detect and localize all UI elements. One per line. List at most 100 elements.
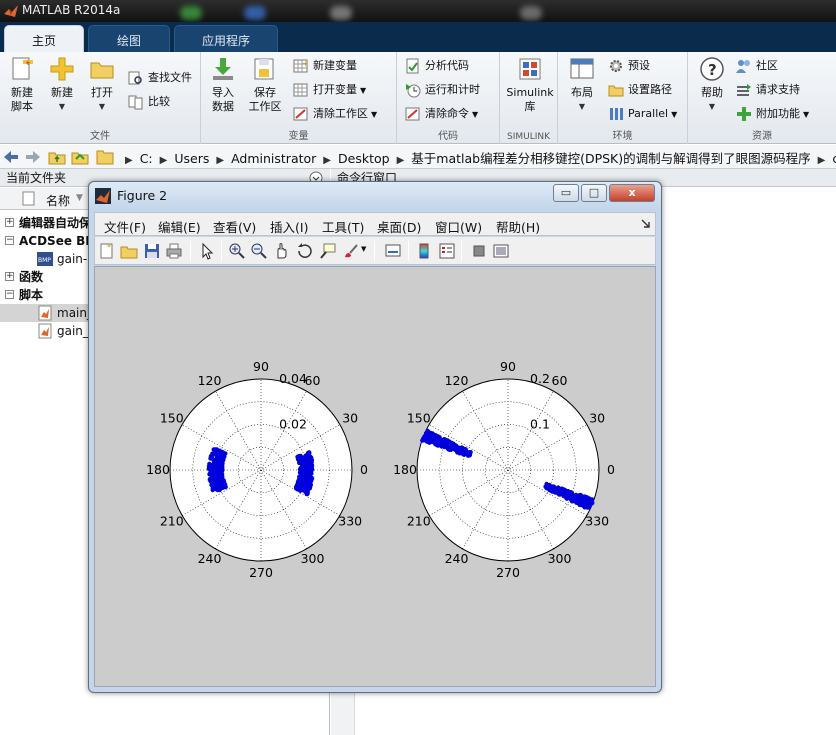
new-variable-button[interactable]: + 新建变量 xyxy=(293,56,357,76)
add-ons-button[interactable]: 附加功能 ▼ xyxy=(736,104,809,124)
tab-apps[interactable]: 应用程序 xyxy=(174,25,278,52)
dock-arrow-icon[interactable] xyxy=(641,219,651,229)
figure-canvas[interactable]: 0 30 60 90 120 150 180 210 240 270 300 330 0.02 0.04 0… xyxy=(94,266,656,687)
import-data-button[interactable]: 导入 数据 xyxy=(203,56,243,114)
expand-plus-icon[interactable]: + xyxy=(5,218,14,227)
data-point xyxy=(552,487,558,492)
breadcrumb-item[interactable]: 基于matlab编程差分相移键控(DPSK)的调制与解调得到了眼图源码程序 xyxy=(411,151,810,166)
breadcrumb-item[interactable]: Desktop xyxy=(338,151,390,166)
clear-workspace-button[interactable]: 清除工作区 ▼ xyxy=(293,104,377,124)
help-button[interactable]: ? 帮助 ▼ xyxy=(692,56,732,114)
new-button[interactable]: 新建 ▼ xyxy=(42,56,82,114)
menu-insert[interactable]: 插入(I) xyxy=(270,217,308,236)
layout-button[interactable]: 布局 ▼ xyxy=(562,56,602,114)
chevron-down-icon[interactable]: ▼ xyxy=(361,245,366,253)
menu-edit[interactable]: 编辑(E) xyxy=(158,217,201,236)
back-arrow-icon[interactable] xyxy=(2,148,20,166)
angle-tick-label: 240 xyxy=(445,551,469,566)
breadcrumb-separator-icon: ▶ xyxy=(396,155,405,166)
pan-icon[interactable] xyxy=(273,242,291,260)
chevron-down-icon: ▼ xyxy=(58,102,66,111)
save-icon[interactable] xyxy=(143,242,161,260)
angle-tick-label: 180 xyxy=(146,462,170,477)
breadcrumb-item[interactable]: code xyxy=(832,151,836,166)
data-point xyxy=(213,483,218,489)
zoom-out-icon[interactable] xyxy=(250,242,268,260)
open-variable-button[interactable]: 打开变量 ▼ xyxy=(293,80,366,100)
minimize-button[interactable]: ▭ xyxy=(553,184,579,202)
layout-label: 布局 xyxy=(571,86,593,99)
collapse-minus-icon[interactable]: − xyxy=(5,290,14,299)
menu-desktop[interactable]: 桌面(D) xyxy=(377,217,421,236)
angle-tick-label: 150 xyxy=(407,411,431,426)
find-files-icon xyxy=(128,71,142,85)
chevron-down-icon: ▼ xyxy=(472,110,479,119)
menu-file[interactable]: 文件(F) xyxy=(104,217,146,236)
new-script-button[interactable]: + 新建 脚本 xyxy=(2,56,42,114)
data-point xyxy=(302,470,307,475)
set-path-button[interactable]: 设置路径 xyxy=(608,80,672,100)
maximize-button[interactable]: □ xyxy=(581,184,607,202)
breadcrumb-item[interactable]: C: xyxy=(140,151,153,166)
menu-help[interactable]: 帮助(H) xyxy=(496,217,540,236)
menu-view[interactable]: 查看(V) xyxy=(213,217,256,236)
new-figure-icon[interactable]: * xyxy=(98,242,116,260)
colorbar-icon[interactable] xyxy=(415,242,433,260)
close-button[interactable]: x xyxy=(609,184,655,202)
import-data-label: 导入 数据 xyxy=(212,86,234,113)
data-point xyxy=(214,477,219,482)
zoom-in-icon[interactable] xyxy=(228,242,246,260)
pointer-icon[interactable] xyxy=(198,242,216,260)
forward-arrow-icon[interactable] xyxy=(24,148,42,166)
toolbar-separator xyxy=(461,241,462,261)
legend-icon[interactable] xyxy=(438,242,456,260)
chevron-down-icon: ▼ xyxy=(578,102,586,111)
parallel-button[interactable]: Parallel ▼ xyxy=(608,104,677,124)
chevron-down-icon: ▼ xyxy=(671,110,678,119)
link-plot-icon[interactable] xyxy=(384,242,402,260)
brush-icon[interactable] xyxy=(342,242,360,260)
run-and-time-button[interactable]: 运行和计时 xyxy=(405,80,480,100)
angle-tick-label: 90 xyxy=(253,359,269,374)
name-column-header[interactable]: 名称 xyxy=(46,192,70,209)
preferences-button[interactable]: 预设 xyxy=(608,56,650,76)
tab-plots[interactable]: 绘图 xyxy=(88,25,170,52)
variable-group: 导入 数据 保存 工作区 + 新建变量 打开变量 ▼ 清除工作区 ▼ 变量 xyxy=(201,52,397,144)
folder-icon xyxy=(96,150,114,165)
compare-button[interactable]: 比较 xyxy=(128,92,170,112)
save-workspace-button[interactable]: 保存 工作区 xyxy=(245,56,285,114)
tree-group-label: 函数 xyxy=(19,270,44,284)
clear-workspace-icon xyxy=(293,107,308,121)
data-point xyxy=(545,484,550,489)
gear-icon xyxy=(610,60,622,72)
simulink-library-button[interactable]: Simulink 库 xyxy=(506,56,554,114)
simulink-library-icon xyxy=(519,58,541,80)
menu-tools[interactable]: 工具(T) xyxy=(322,217,364,236)
data-point xyxy=(557,491,563,496)
data-point xyxy=(463,448,468,453)
app-title-bar: MATLAB R2014a xyxy=(0,0,836,22)
open-file-icon[interactable] xyxy=(120,242,138,260)
data-cursor-icon[interactable] xyxy=(319,242,337,260)
rotate-3d-icon[interactable] xyxy=(296,242,314,260)
community-icon xyxy=(736,60,750,73)
browse-folder-icon[interactable] xyxy=(71,148,89,166)
data-point xyxy=(309,460,314,466)
open-button[interactable]: 打开 ▼ xyxy=(82,56,122,114)
request-support-button[interactable]: 请求支持 xyxy=(736,80,800,100)
print-icon[interactable] xyxy=(165,242,183,260)
figure-title-bar[interactable]: Figure 2 ▭ □ x xyxy=(89,182,661,210)
community-button[interactable]: 社区 xyxy=(736,56,778,76)
breadcrumb-item[interactable]: Administrator xyxy=(231,151,316,166)
up-folder-icon[interactable] xyxy=(48,148,66,166)
analyze-code-button[interactable]: 分析代码 xyxy=(405,56,469,76)
breadcrumb-item[interactable]: Users xyxy=(174,151,209,166)
find-files-button[interactable]: 查找文件 xyxy=(128,68,192,88)
hide-plot-tools-icon[interactable] xyxy=(470,242,488,260)
show-plot-tools-icon[interactable] xyxy=(492,242,510,260)
clear-commands-button[interactable]: 清除命令 ▼ xyxy=(405,104,478,124)
menu-window[interactable]: 窗口(W) xyxy=(435,217,482,236)
expand-plus-icon[interactable]: + xyxy=(5,272,14,281)
collapse-minus-icon[interactable]: − xyxy=(5,236,14,245)
tab-home[interactable]: 主页 xyxy=(4,25,84,52)
